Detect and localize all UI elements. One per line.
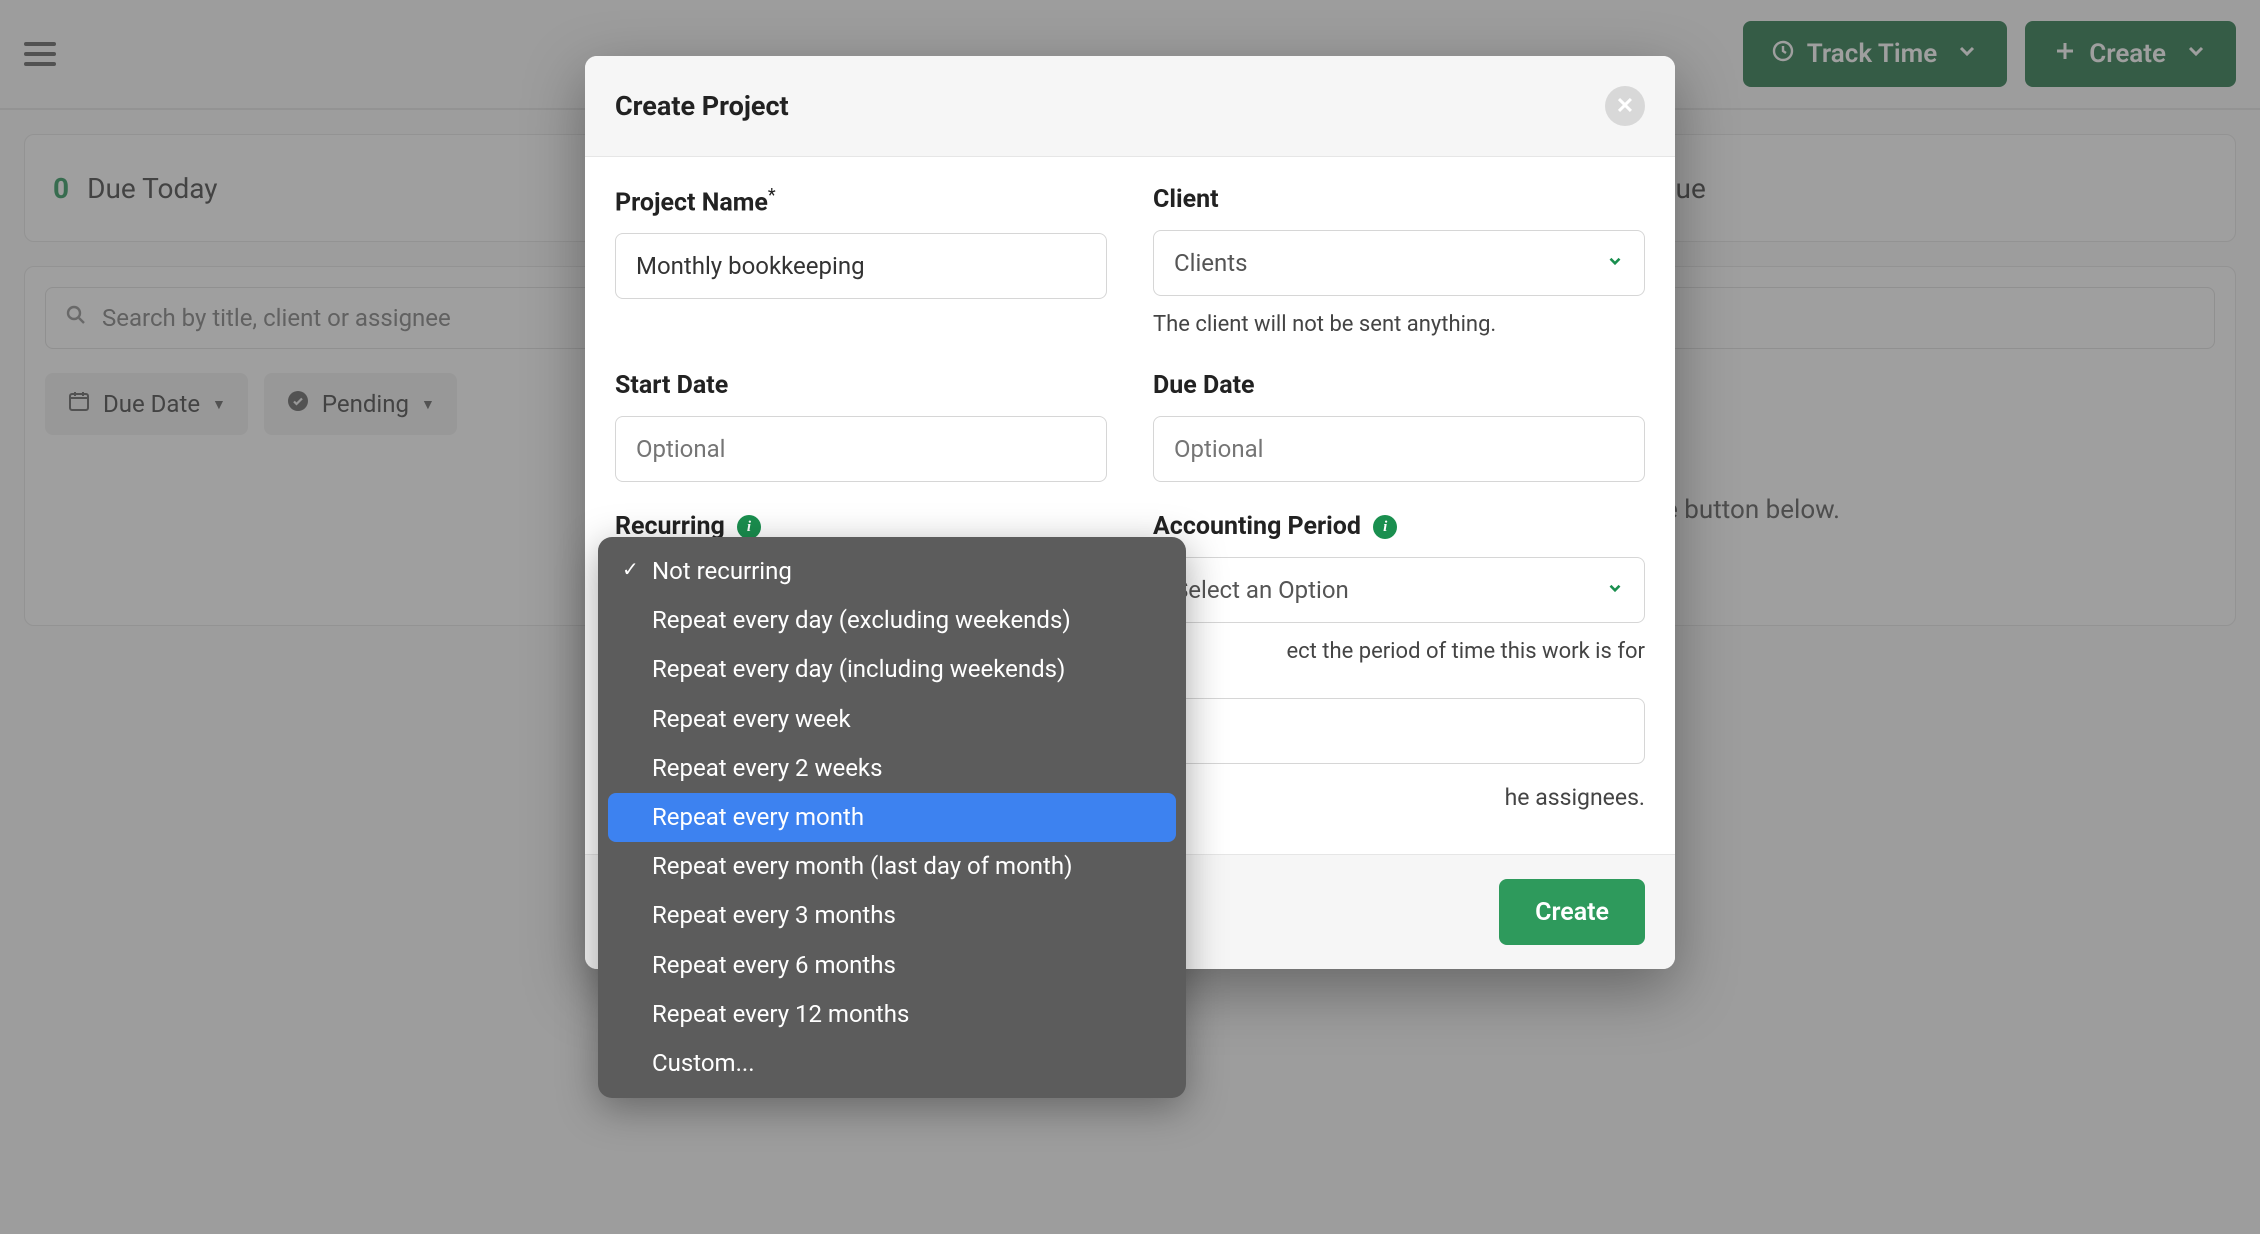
create-project-modal: Create Project ✕ Project Name* Client: [585, 56, 1675, 969]
accounting-period-label: Accounting Period i: [1153, 512, 1645, 541]
modal-create-label: Create: [1535, 898, 1609, 927]
recurring-option[interactable]: Repeat every 12 months: [608, 990, 1176, 1039]
accounting-period-placeholder: Select an Option: [1174, 576, 1349, 604]
project-name-input[interactable]: [615, 233, 1107, 299]
modal-title: Create Project: [615, 90, 789, 122]
due-date-input[interactable]: [1153, 416, 1645, 482]
recurring-option[interactable]: Repeat every month: [608, 793, 1176, 842]
chevron-down-icon: [1606, 251, 1624, 275]
recurring-option[interactable]: Repeat every 2 weeks: [608, 744, 1176, 793]
recurring-option[interactable]: Repeat every day (including weekends): [608, 645, 1176, 694]
accounting-period-select[interactable]: Select an Option: [1153, 557, 1645, 623]
accounting-period-help: ect the period of time this work is for: [1153, 637, 1645, 668]
recurring-option[interactable]: Repeat every day (excluding weekends): [608, 596, 1176, 645]
client-select[interactable]: Clients: [1153, 230, 1645, 296]
project-name-label: Project Name*: [615, 185, 1107, 217]
close-icon: ✕: [1616, 94, 1634, 119]
client-field: Client Clients The client will not be se…: [1153, 185, 1645, 341]
modal-body: Project Name* Client Clients The client …: [585, 157, 1675, 854]
client-selected: Clients: [1174, 249, 1248, 277]
modal-header: Create Project ✕: [585, 56, 1675, 157]
recurring-option[interactable]: Custom...: [608, 1039, 1176, 1088]
due-date-field: Due Date: [1153, 371, 1645, 482]
recurring-option[interactable]: Repeat every 3 months: [608, 891, 1176, 940]
project-name-field: Project Name*: [615, 185, 1107, 341]
start-date-field: Start Date: [615, 371, 1107, 482]
recurring-dropdown[interactable]: Not recurringRepeat every day (excluding…: [598, 537, 1186, 1098]
assignees-hint-fragment: he assignees.: [1505, 784, 1645, 811]
recurring-option[interactable]: Repeat every 6 months: [608, 941, 1176, 990]
accounting-period-field: Accounting Period i Select an Option ect…: [1153, 512, 1645, 668]
start-date-input[interactable]: [615, 416, 1107, 482]
start-date-label: Start Date: [615, 371, 1107, 400]
recurring-option[interactable]: Not recurring: [608, 547, 1176, 596]
chevron-down-icon: [1606, 578, 1624, 602]
app-root: Track Time Create 0 Due Today →: [0, 0, 2260, 1234]
modal-close-button[interactable]: ✕: [1605, 86, 1645, 126]
client-label: Client: [1153, 185, 1645, 214]
recurring-option[interactable]: Repeat every week: [608, 695, 1176, 744]
client-help: The client will not be sent anything.: [1153, 310, 1645, 341]
required-mark: *: [768, 185, 776, 206]
modal-overlay: Create Project ✕ Project Name* Client: [0, 0, 2260, 1234]
recurring-option[interactable]: Repeat every month (last day of month): [608, 842, 1176, 891]
info-icon[interactable]: i: [1373, 515, 1397, 539]
info-icon[interactable]: i: [737, 515, 761, 539]
modal-create-button[interactable]: Create: [1499, 879, 1645, 945]
due-date-label: Due Date: [1153, 371, 1645, 400]
